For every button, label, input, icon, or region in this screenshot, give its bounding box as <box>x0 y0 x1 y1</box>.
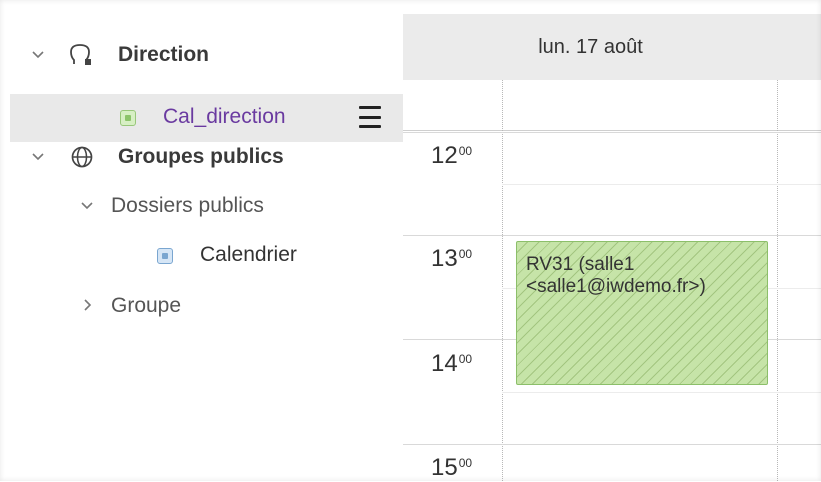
event-title: RV31 (salle1 <salle1@iwdemo.fr>) <box>526 254 706 297</box>
globe-icon <box>70 145 94 169</box>
chevron-down-icon[interactable] <box>30 148 46 164</box>
column-divider <box>777 80 778 481</box>
day-calendar-view: lun. 17 août 1200 1300 1400 1500 RV31 (s… <box>403 14 821 481</box>
hour-line <box>403 444 821 445</box>
hamburger-icon[interactable] <box>359 106 381 128</box>
tree-item-groupe[interactable]: Groupe <box>10 285 403 325</box>
time-label-15: 1500 <box>431 454 473 481</box>
tree-item-label: Direction <box>118 43 210 66</box>
half-hour-line <box>502 392 821 393</box>
tree-item-label: Groupes publics <box>118 145 284 168</box>
hour-line <box>403 132 821 133</box>
day-header-label: lun. 17 août <box>538 36 643 58</box>
tree-item-cal-direction[interactable]: Cal_direction <box>10 94 403 142</box>
tree-item-groupes-publics[interactable]: Groupes publics <box>10 136 403 176</box>
all-day-row[interactable] <box>403 80 821 131</box>
tree-item-label: Groupe <box>111 294 182 317</box>
calendar-square-icon <box>120 110 136 126</box>
tree-item-calendrier[interactable]: Calendrier <box>10 234 403 274</box>
calendar-event[interactable]: RV31 (salle1 <salle1@iwdemo.fr>) <box>516 241 768 385</box>
chevron-down-icon[interactable] <box>30 46 46 62</box>
tree-item-label: Calendrier <box>200 243 297 266</box>
tree-item-label: Cal_direction <box>163 105 286 128</box>
time-label-14: 1400 <box>431 350 473 377</box>
calendar-square-icon <box>157 248 173 264</box>
tree-item-label: Dossiers publics <box>111 194 264 217</box>
column-divider <box>502 80 503 481</box>
half-hour-line <box>502 184 821 185</box>
tree-item-dossiers-publics[interactable]: Dossiers publics <box>10 185 403 225</box>
time-label-12: 1200 <box>431 142 473 169</box>
time-label-13: 1300 <box>431 245 473 272</box>
person-icon <box>68 42 94 68</box>
folder-tree: Direction Cal_direction Groupes publics … <box>10 14 403 481</box>
day-header[interactable]: lun. 17 août <box>403 14 821 80</box>
chevron-down-icon[interactable] <box>79 197 95 213</box>
hour-line <box>403 235 821 236</box>
chevron-right-icon[interactable] <box>79 297 95 313</box>
tree-item-direction[interactable]: Direction <box>10 34 403 74</box>
